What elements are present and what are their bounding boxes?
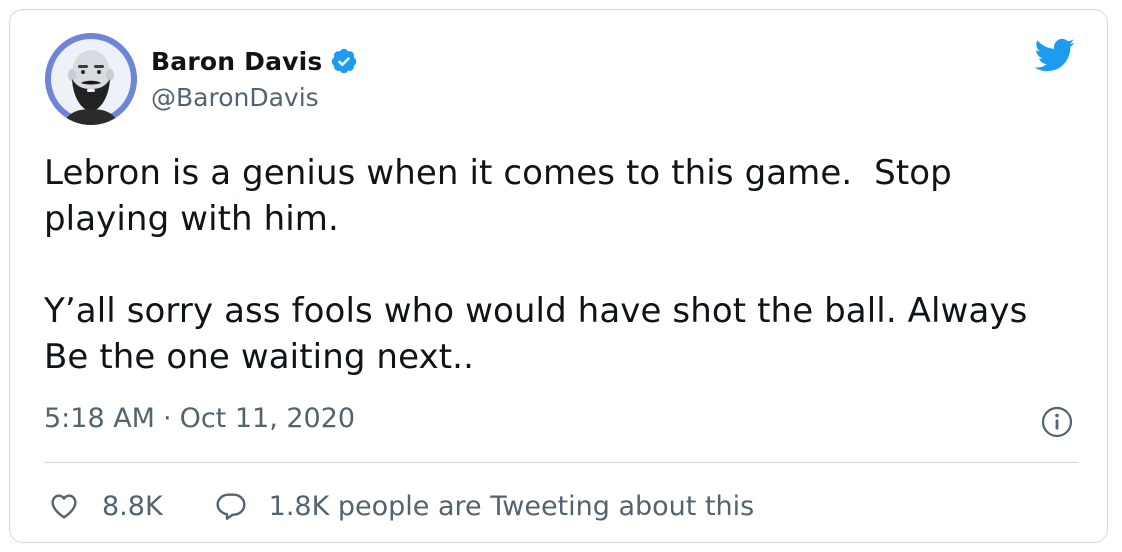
tweet-card: Baron Davis @BaronDavis Lebron is a geni… <box>9 9 1108 543</box>
heart-icon[interactable] <box>48 490 80 522</box>
tweet-time[interactable]: 5:18 AM <box>44 403 155 434</box>
author-name[interactable]: Baron Davis <box>151 47 323 76</box>
twitter-bird-icon[interactable] <box>1030 34 1078 76</box>
avatar-illustration <box>45 33 137 125</box>
timestamp-separator: · <box>162 403 172 434</box>
avatar[interactable] <box>45 33 137 125</box>
info-icon[interactable] <box>1041 406 1073 438</box>
tweet-date[interactable]: Oct 11, 2020 <box>180 403 356 434</box>
conversation-action[interactable]: 1.8K people are Tweeting about this <box>215 490 755 522</box>
tweet-timestamp[interactable]: 5:18 AM · Oct 11, 2020 <box>44 403 355 434</box>
author-name-row[interactable]: Baron Davis <box>151 44 358 78</box>
like-count[interactable]: 8.8K <box>102 491 163 522</box>
tweet-actions: 8.8K 1.8K people are Tweeting about this <box>48 486 806 526</box>
divider <box>44 462 1078 463</box>
verified-badge-icon <box>331 48 356 74</box>
conversation-text[interactable]: 1.8K people are Tweeting about this <box>269 491 755 522</box>
speech-bubble-icon[interactable] <box>215 490 247 522</box>
like-action[interactable]: 8.8K <box>48 490 163 522</box>
tweet-text: Lebron is a genius when it comes to this… <box>44 153 1028 377</box>
author-handle[interactable]: @BaronDavis <box>151 83 319 112</box>
